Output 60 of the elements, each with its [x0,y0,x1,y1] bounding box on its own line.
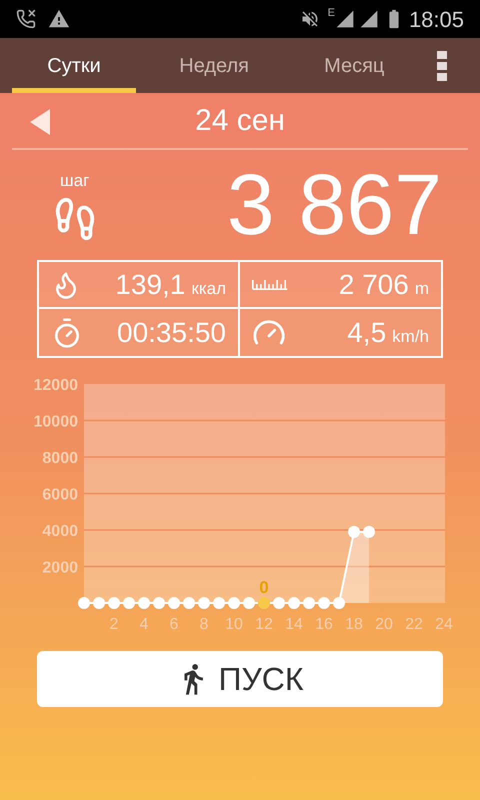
signal-icon [358,9,379,29]
x-tick-label: 22 [405,616,423,632]
data-point [108,597,120,609]
data-point [258,597,270,609]
tab[interactable]: Неделя [152,38,276,93]
stat-value: 4,5 [347,316,386,350]
date-label: 24 сен [195,103,285,139]
stat-unit: m [414,278,429,300]
start-button[interactable]: ПУСК [37,651,443,707]
x-tick-label: 20 [375,616,393,632]
data-point [243,597,255,609]
warning-icon [48,8,70,30]
clock: 18:05 [408,6,464,34]
x-tick-label: 6 [170,616,178,632]
data-point [318,597,330,609]
stat-value: 00:35:50 [117,316,226,350]
data-point [78,597,90,609]
signal-icon [334,9,355,29]
x-tick-label: 8 [200,616,208,632]
data-point [228,597,240,609]
data-point [123,597,135,609]
data-point [273,597,285,609]
y-tick-label: 10000 [34,414,78,430]
stat-value: 139,1 [115,268,186,302]
network-type: E [328,6,335,21]
missed-call-icon [16,9,36,29]
y-tick-label: 12000 [34,377,78,394]
stat-unit: ккал [191,278,226,300]
steps-unit: шаг [60,170,90,192]
stat-unit: km/h [392,326,429,348]
stat-value: 2 706 [338,268,409,302]
x-tick-label: 14 [285,616,303,632]
data-point [93,597,105,609]
data-point [348,526,360,538]
y-tick-label: 8000 [42,450,78,467]
data-point [198,597,210,609]
data-point [303,597,315,609]
data-point [333,597,345,609]
ruler-icon [252,279,288,290]
data-point [183,597,195,609]
muted-icon [300,9,320,29]
data-label: 0 [259,578,269,597]
data-point [363,526,375,538]
data-point [288,597,300,609]
y-tick-label: 4000 [42,523,78,540]
data-point [153,597,165,609]
data-point [168,597,180,609]
x-tick-label: 12 [255,616,273,632]
y-tick-label: 2000 [42,560,78,576]
x-tick-label: 24 [435,616,453,632]
x-tick-label: 4 [140,616,148,632]
x-tick-label: 2 [110,616,118,632]
data-point [213,597,225,609]
x-tick-label: 16 [315,616,333,632]
tab[interactable]: Месяц [292,38,416,93]
x-tick-label: 10 [225,616,243,632]
y-tick-label: 6000 [42,486,78,504]
step-count: 3 867 [226,162,442,248]
x-tick-label: 18 [345,616,363,632]
data-point [138,597,150,609]
